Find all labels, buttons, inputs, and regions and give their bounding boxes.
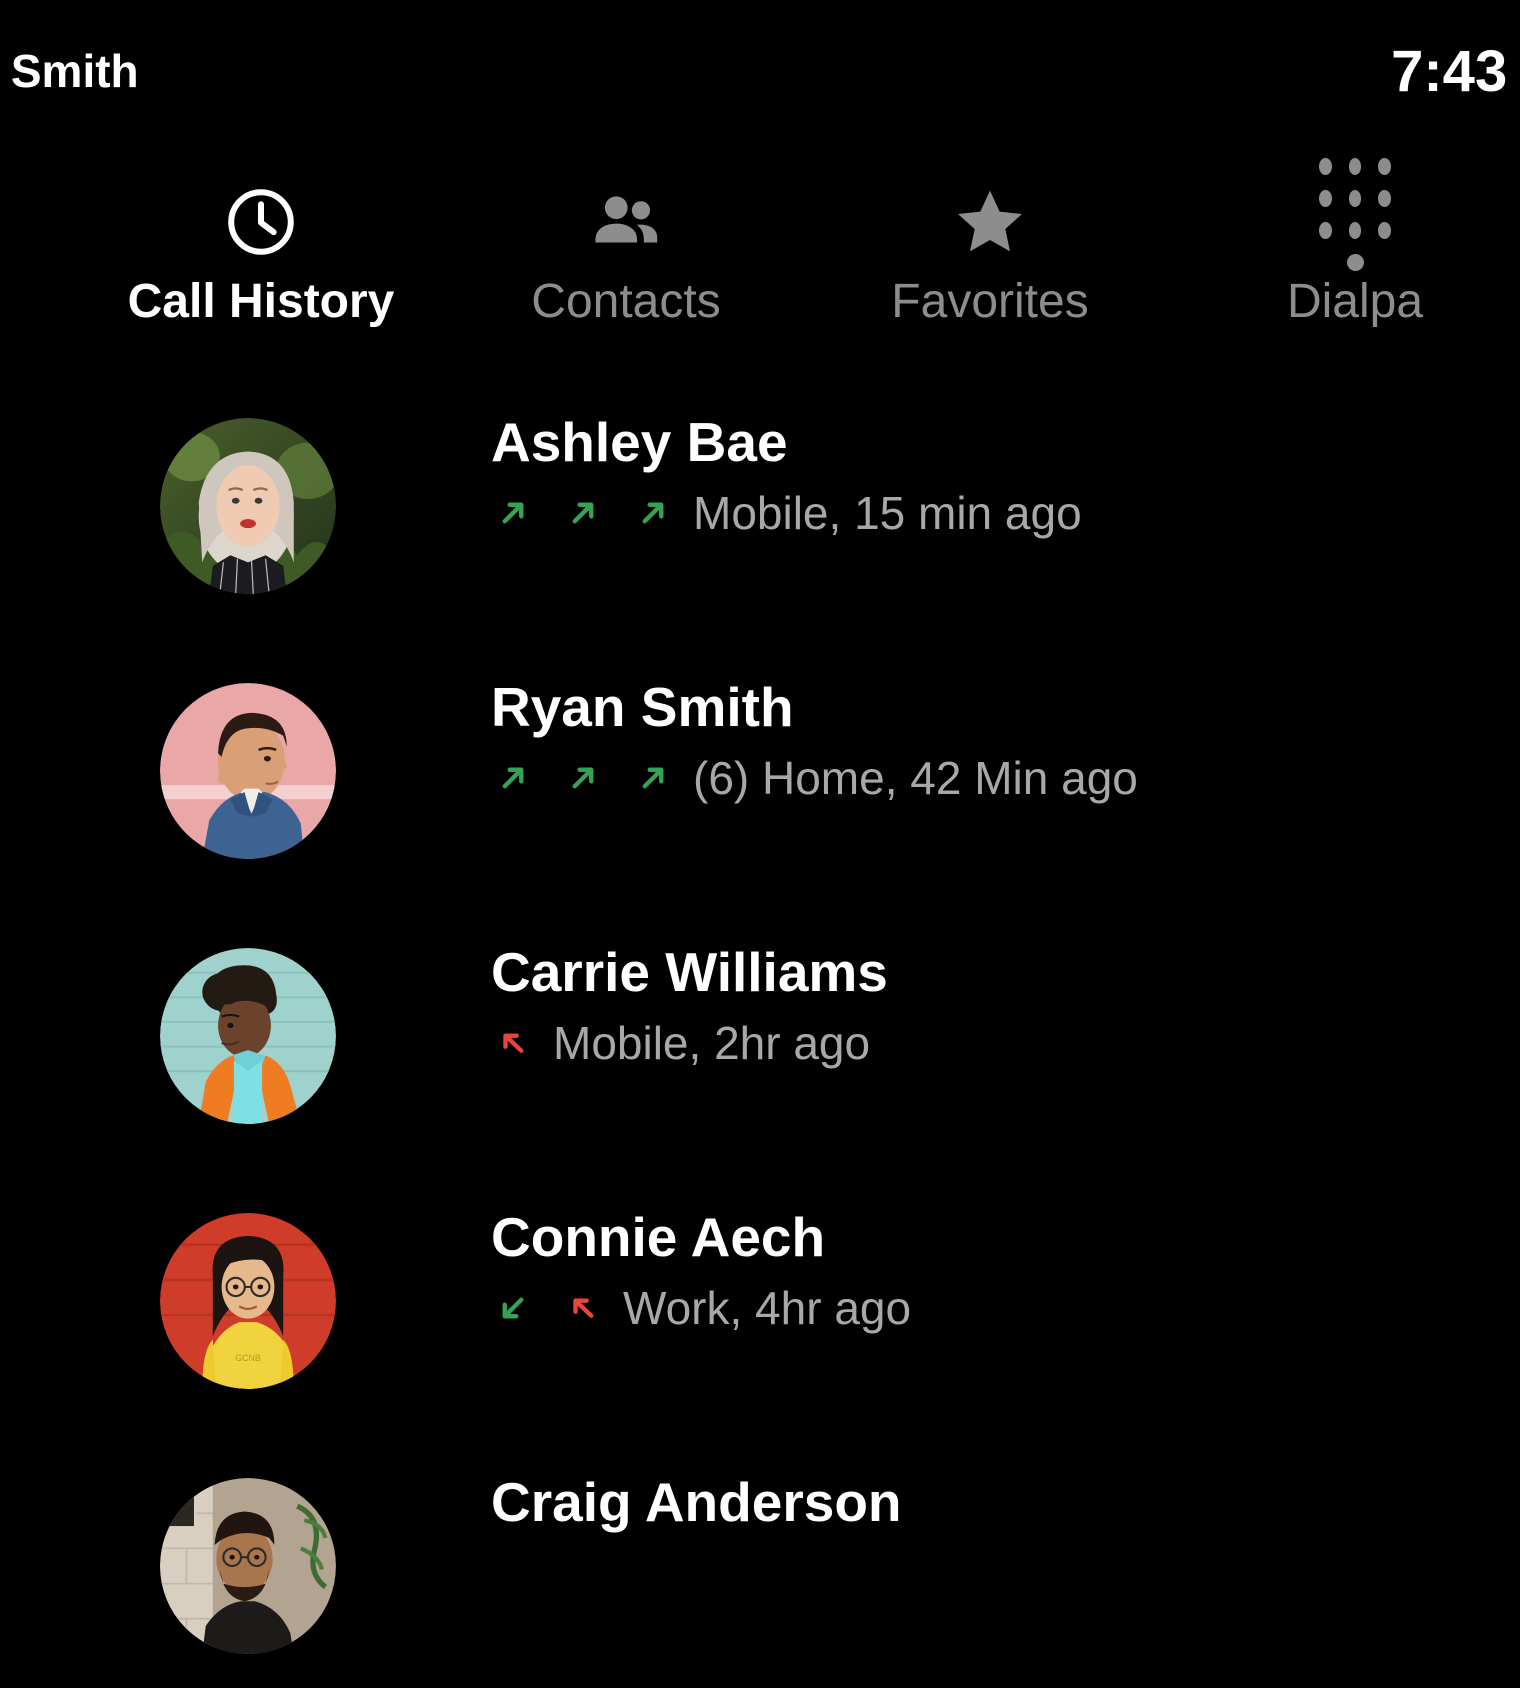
call-direction-icons xyxy=(491,1021,535,1065)
call-row-text: Craig Anderson xyxy=(491,1471,1520,1534)
star-icon xyxy=(950,182,1030,262)
avatar: GCNB xyxy=(160,1213,336,1389)
avatar xyxy=(160,418,336,594)
call-detail-line: Mobile, 2hr ago xyxy=(491,1016,1520,1069)
contact-name: Craig Anderson xyxy=(491,1471,902,1533)
tab-label-call-history: Call History xyxy=(127,275,395,328)
outgoing-call-icon xyxy=(572,502,594,524)
avatar xyxy=(160,948,336,1124)
call-detail-line: (6) Home, 42 Min ago xyxy=(491,751,1520,804)
call-direction-icons xyxy=(491,491,675,535)
outgoing-call-icon xyxy=(642,502,664,524)
call-direction-icons xyxy=(491,1286,605,1330)
call-detail-line: Work, 4hr ago xyxy=(491,1281,1520,1334)
tab-dialpad[interactable]: Dialpa xyxy=(1172,158,1520,354)
missed-call-icon xyxy=(573,1298,594,1318)
call-history-row[interactable]: Carrie Williams Mobile, 2hr ago xyxy=(0,922,1520,1187)
tab-label-dialpad: Dialpa xyxy=(1286,275,1424,328)
people-icon xyxy=(587,182,665,262)
call-detail-text: Mobile, 2hr ago xyxy=(553,1016,871,1069)
call-row-text: Ryan Smith (6) Home, 42 Min ago xyxy=(491,676,1520,804)
tab-label-contacts: Contacts xyxy=(531,275,721,328)
svg-text:GCNB: GCNB xyxy=(235,1353,261,1363)
status-bar: n Smith 7:43 P xyxy=(0,0,1520,150)
status-bar-title: n Smith xyxy=(0,45,139,97)
outgoing-call-icon xyxy=(572,767,594,789)
call-row-text: Carrie Williams Mobile, 2hr ago xyxy=(491,941,1520,1069)
call-detail-line: Mobile, 15 min ago xyxy=(491,486,1520,539)
contact-name: Ashley Bae xyxy=(491,411,788,473)
tab-contacts[interactable]: Contacts xyxy=(443,168,809,354)
tab-call-history[interactable]: Call History xyxy=(78,168,444,354)
avatar xyxy=(160,683,336,859)
outgoing-call-icon xyxy=(642,767,664,789)
tab-label-favorites: Favorites xyxy=(891,275,1089,328)
tab-favorites[interactable]: Favorites xyxy=(807,168,1173,354)
outgoing-call-icon xyxy=(502,502,524,524)
call-detail-text: Work, 4hr ago xyxy=(623,1281,912,1334)
call-history-screen: n Smith 7:43 P Call History xyxy=(0,0,1520,1688)
contact-name: Carrie Williams xyxy=(491,941,888,1003)
call-detail-text: (6) Home, 42 Min ago xyxy=(693,751,1138,804)
call-direction-icons xyxy=(491,756,675,800)
tab-bar: Call History Contacts Favorites Dialpa xyxy=(0,158,1520,358)
avatar xyxy=(160,1478,336,1654)
call-history-row[interactable]: Ashley Bae Mobile, 15 min ago xyxy=(0,392,1520,657)
missed-call-icon xyxy=(503,1033,524,1053)
call-history-list: Ashley Bae Mobile, 15 min ago Ryan Smith… xyxy=(0,392,1520,1688)
status-bar-clock: 7:43 P xyxy=(1391,39,1520,104)
dialpad-icon xyxy=(1319,158,1392,271)
call-history-row[interactable]: Ryan Smith (6) Home, 42 Min ago xyxy=(0,657,1520,922)
outgoing-call-icon xyxy=(502,767,524,789)
call-history-row[interactable]: Craig Anderson xyxy=(0,1452,1520,1688)
call-row-text: Ashley Bae Mobile, 15 min ago xyxy=(491,411,1520,539)
incoming-call-icon xyxy=(502,1297,524,1319)
clock-icon xyxy=(223,182,299,262)
call-detail-text: Mobile, 15 min ago xyxy=(693,486,1082,539)
call-history-row[interactable]: GCNB Connie Aech Work, 4hr ago xyxy=(0,1187,1520,1452)
contact-name: Ryan Smith xyxy=(491,676,794,738)
call-row-text: Connie Aech Work, 4hr ago xyxy=(491,1206,1520,1334)
contact-name: Connie Aech xyxy=(491,1206,826,1268)
